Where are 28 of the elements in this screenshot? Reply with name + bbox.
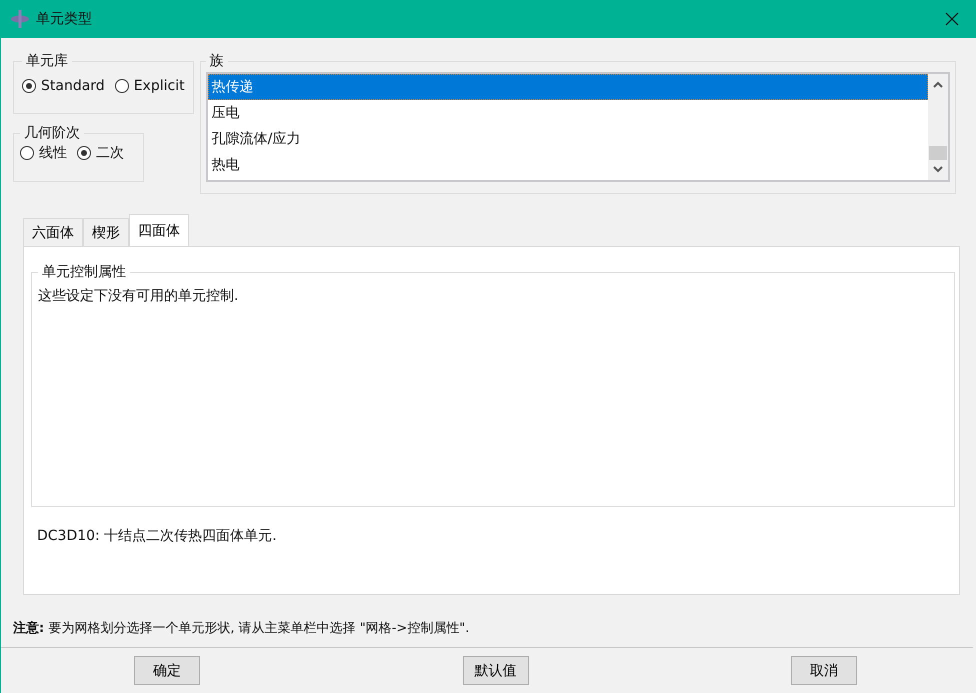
tab[interactable]: 六面体 (23, 218, 83, 246)
window-title: 单元类型 (36, 10, 93, 28)
dialog-button[interactable]: 确定 (134, 656, 200, 685)
group-title: 单元库 (25, 52, 69, 70)
close-icon[interactable] (944, 11, 960, 27)
list-item[interactable]: 压电 (208, 100, 928, 126)
scroll-up-icon[interactable] (932, 80, 944, 90)
group-title: 族 (208, 52, 225, 70)
list-item[interactable]: 热电 (208, 152, 928, 178)
app-icon (10, 9, 30, 29)
note-text: 注意: 要为网格划分选择一个单元形状, 请从主菜单栏中选择 "网格->控制属性". (13, 620, 470, 637)
radio-button[interactable]: 线性 (20, 144, 67, 162)
radio-button[interactable]: Explicit (114, 78, 185, 94)
dialog-button[interactable]: 取消 (791, 656, 857, 685)
radio-button[interactable]: 二次 (77, 144, 124, 162)
tab[interactable]: 四面体 (129, 214, 189, 246)
scroll-down-icon[interactable] (932, 164, 944, 174)
list-item[interactable]: 孔隙流体/应力 (208, 126, 928, 152)
scroll-thumb[interactable] (928, 146, 947, 160)
dialog-button[interactable]: 默认值 (462, 656, 528, 685)
group-title: 单元控制属性 (41, 263, 127, 281)
group-title: 几何阶次 (23, 124, 81, 142)
list-item[interactable]: 热传递 (208, 74, 928, 100)
tab[interactable]: 楔形 (83, 218, 129, 246)
element-description: DC3D10: 十结点二次传热四面体单元. (36, 527, 278, 545)
message-text: 这些设定下没有可用的单元控制. (38, 287, 240, 305)
radio-button[interactable]: Standard (22, 78, 105, 94)
scrollbar[interactable] (928, 74, 948, 180)
